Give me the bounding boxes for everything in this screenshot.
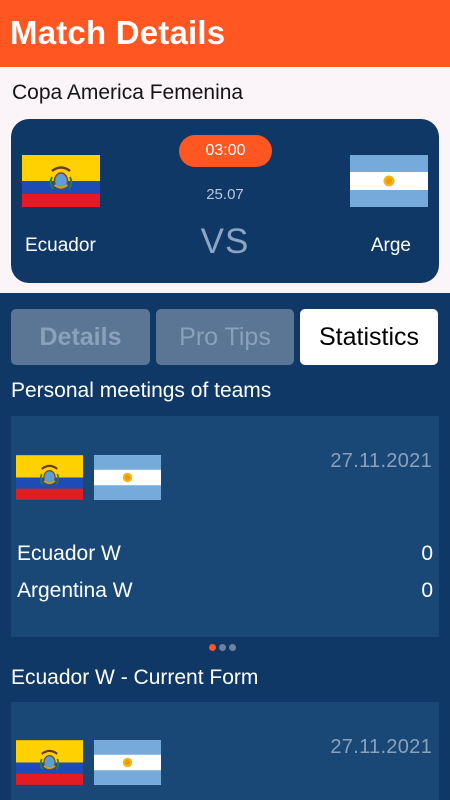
- pager-dot[interactable]: [219, 644, 226, 651]
- personal-meetings-title: Personal meetings of teams: [11, 379, 272, 402]
- tab-bar: Details Pro Tips Statistics: [0, 309, 450, 365]
- team-name: Argentina W: [17, 579, 133, 602]
- carousel-pager: [209, 644, 239, 652]
- page-title: Match Details: [10, 14, 226, 51]
- match-date: 25.07: [206, 186, 244, 203]
- tab-statistics[interactable]: Statistics: [300, 309, 438, 365]
- home-team-name: Ecuador: [25, 235, 96, 256]
- league-name: Copa America Femenina: [12, 81, 244, 104]
- away-team-name: Arge: [370, 235, 411, 256]
- score-row-home: Ecuador W 0: [17, 542, 433, 568]
- meeting-card[interactable]: 27.11.2021 Ecuador W 0 Argentina W 0: [11, 416, 439, 637]
- team-score: 0: [421, 579, 433, 602]
- match-summary: Copa America Femenina 03:00 25.07 VS Ecu…: [0, 67, 450, 293]
- meeting-date: 27.11.2021: [330, 450, 432, 472]
- pager-dot[interactable]: [229, 644, 236, 651]
- score-row-away: Argentina W 0: [17, 579, 433, 605]
- ecuador-flag-icon: [16, 740, 83, 785]
- app-header: Match Details: [0, 0, 450, 67]
- ecuador-flag-icon: [16, 455, 83, 500]
- argentina-flag-icon: [94, 740, 161, 785]
- pager-dot-active[interactable]: [209, 644, 216, 651]
- match-card: 03:00 25.07 VS Ecuador Arge: [11, 119, 439, 283]
- form-date: 27.11.2021: [330, 736, 432, 758]
- tab-details[interactable]: Details: [11, 309, 150, 365]
- tab-pro-tips[interactable]: Pro Tips: [156, 309, 294, 365]
- match-time-badge: 03:00: [179, 135, 272, 167]
- argentina-flag-icon: [94, 455, 161, 500]
- form-card[interactable]: 27.11.2021: [11, 702, 439, 800]
- current-form-title: Ecuador W - Current Form: [11, 666, 259, 689]
- team-name: Ecuador W: [17, 542, 121, 565]
- team-score: 0: [421, 542, 433, 565]
